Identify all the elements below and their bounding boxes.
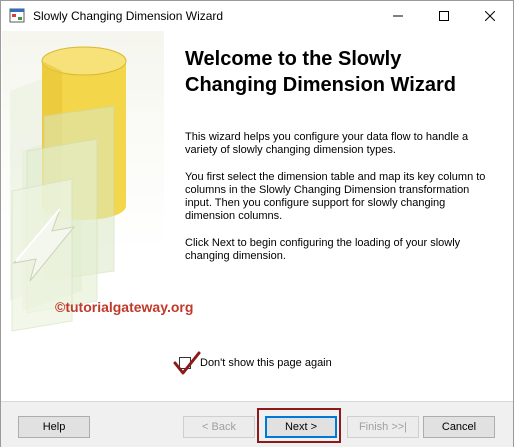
instruction-paragraph: Click Next to begin configuring the load… xyxy=(185,237,461,262)
page-title: Welcome to the Slowly Changing Dimension… xyxy=(185,46,495,98)
minimize-button[interactable] xyxy=(375,1,421,31)
back-button[interactable]: < Back xyxy=(183,416,255,438)
cancel-button[interactable]: Cancel xyxy=(423,416,495,438)
maximize-icon xyxy=(439,11,449,21)
wizard-window: Slowly Changing Dimension Wizard Welcome… xyxy=(0,0,514,447)
watermark-text: ©tutorialgateway.org xyxy=(55,299,194,315)
wizard-banner-image xyxy=(2,31,164,401)
app-icon xyxy=(9,8,25,23)
next-button-highlight xyxy=(257,408,341,443)
maximize-button[interactable] xyxy=(421,1,467,31)
close-icon xyxy=(485,11,495,21)
minimize-icon xyxy=(393,15,403,17)
details-paragraph: You first select the dimension table and… xyxy=(185,171,486,222)
help-button[interactable]: Help xyxy=(18,416,90,438)
close-button[interactable] xyxy=(467,1,513,31)
page-title-line-1: Welcome to the Slowly xyxy=(185,48,402,70)
title-bar[interactable]: Slowly Changing Dimension Wizard xyxy=(1,1,513,31)
database-cylinder-illustration xyxy=(10,46,127,332)
page-title-line-2: Changing Dimension Wizard xyxy=(185,74,456,96)
finish-button[interactable]: Finish >>| xyxy=(347,416,419,438)
checkmark-annotation-icon xyxy=(173,351,201,375)
intro-paragraph: This wizard helps you configure your dat… xyxy=(185,131,469,156)
window-title: Slowly Changing Dimension Wizard xyxy=(33,9,224,23)
dont-show-again-label[interactable]: Don't show this page again xyxy=(200,357,332,369)
dont-show-again-row[interactable]: Don't show this page again xyxy=(173,351,373,375)
